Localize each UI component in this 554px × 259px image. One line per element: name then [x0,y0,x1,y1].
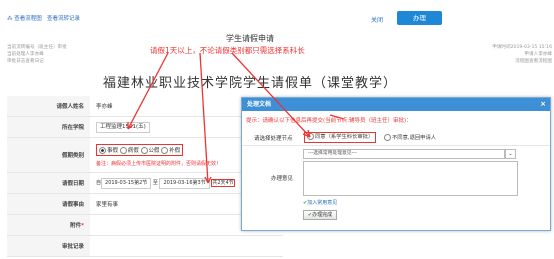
arrow-dialog-hint [329,114,345,120]
arrow-to-type [127,52,169,130]
arrow-to-total [199,52,209,184]
arrow-to-agree [231,52,311,138]
annotation-arrows [127,52,345,184]
